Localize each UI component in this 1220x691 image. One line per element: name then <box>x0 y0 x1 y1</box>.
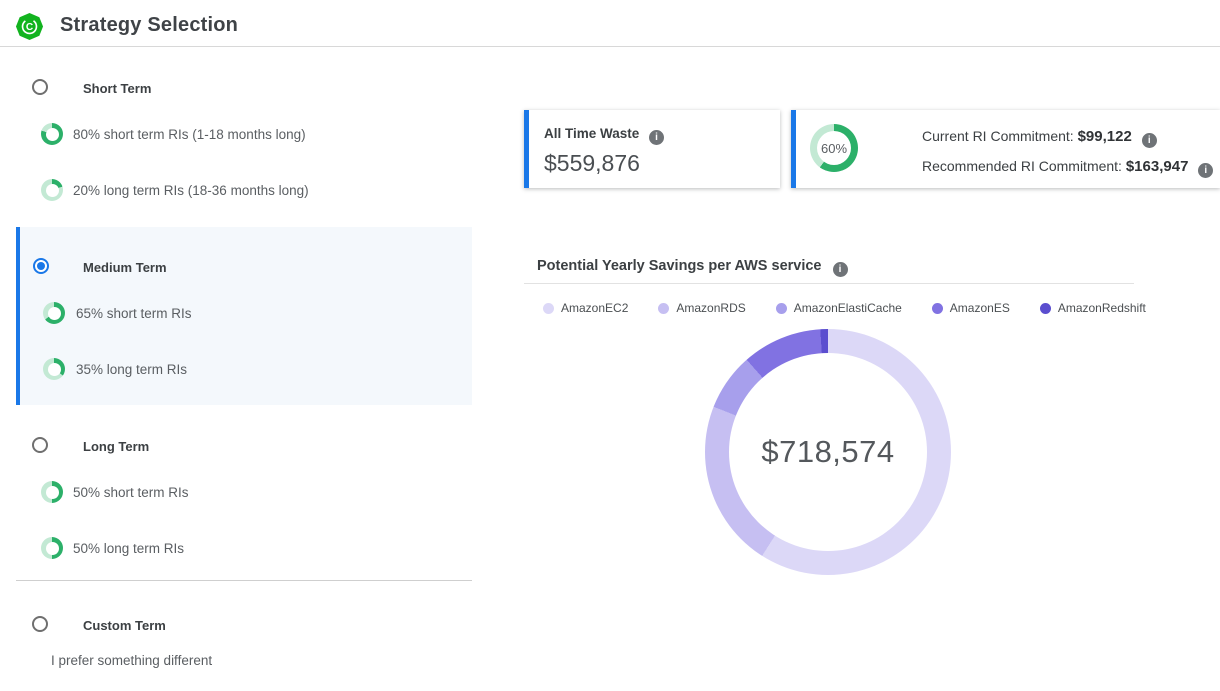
waste-card-value: $559,876 <box>544 150 640 177</box>
legend-label: AmazonEC2 <box>561 301 628 315</box>
strategy-label-medium-term[interactable]: Medium Term <box>83 260 167 275</box>
ring-80pct-icon <box>41 123 63 145</box>
info-icon[interactable]: i <box>833 262 848 277</box>
legend-dot-icon <box>776 303 787 314</box>
legend-item[interactable]: AmazonRDS <box>658 301 745 315</box>
legend-item[interactable]: AmazonEC2 <box>543 301 628 315</box>
legend-label: AmazonRDS <box>676 301 745 315</box>
waste-card-label-text: All Time Waste <box>544 126 639 141</box>
strategy-sub-label: 35% long term RIs <box>76 362 187 377</box>
page-title: Strategy Selection <box>60 14 238 37</box>
strategy-label-short-term[interactable]: Short Term <box>83 81 151 96</box>
legend-item[interactable]: AmazonElastiCache <box>776 301 902 315</box>
radio-medium-term[interactable] <box>33 258 49 274</box>
legend-dot-icon <box>658 303 669 314</box>
radio-short-term[interactable] <box>32 79 48 95</box>
chart-legend: AmazonEC2 AmazonRDS AmazonElastiCache Amazo… <box>543 301 1146 315</box>
strategy-sub-label: 20% long term RIs (18-36 months long) <box>73 183 309 198</box>
legend-dot-icon <box>1040 303 1051 314</box>
strategy-sub-label: 80% short term RIs (1-18 months long) <box>73 127 306 142</box>
page-header: C Strategy Selection <box>0 0 1220 47</box>
legend-dot-icon <box>932 303 943 314</box>
ri-commitment-card: 60% Current RI Commitment: $99,122 i Rec… <box>791 110 1220 188</box>
custom-term-note: I prefer something different <box>51 653 212 668</box>
strategy-label-custom-term[interactable]: Custom Term <box>83 618 166 633</box>
strategy-label-long-term[interactable]: Long Term <box>83 439 149 454</box>
commitment-ring-label: 60% <box>810 124 858 172</box>
recommended-ri-value: $163,947 <box>1126 158 1189 175</box>
info-icon[interactable]: i <box>1142 133 1157 148</box>
chart-title-text: Potential Yearly Savings per AWS service <box>537 258 822 274</box>
section-divider <box>16 580 472 581</box>
svg-text:C: C <box>26 22 34 33</box>
legend-label: AmazonES <box>950 301 1010 315</box>
app-logo-icon: C <box>15 12 44 41</box>
info-icon[interactable]: i <box>649 130 664 145</box>
legend-label: AmazonElastiCache <box>794 301 902 315</box>
all-time-waste-card: All Time Waste i $559,876 <box>524 110 780 188</box>
ring-65pct-icon <box>43 302 65 324</box>
ring-35pct-icon <box>43 358 65 380</box>
current-ri-label: Current RI Commitment: <box>922 128 1074 144</box>
current-ri-commitment-row: Current RI Commitment: $99,122 i <box>922 128 1157 148</box>
ring-20pct-icon <box>41 179 63 201</box>
legend-dot-icon <box>543 303 554 314</box>
donut-center-total: $718,574 <box>705 329 951 575</box>
strategy-selection-page: C Strategy Selection Short Term 80% shor… <box>0 0 1220 691</box>
commitment-ring-60pct: 60% <box>810 124 858 172</box>
chart-divider <box>524 283 1134 284</box>
ring-50pct-icon <box>41 481 63 503</box>
ring-50pct-icon <box>41 537 63 559</box>
radio-long-term[interactable] <box>32 437 48 453</box>
info-icon[interactable]: i <box>1198 163 1213 178</box>
strategy-sub-label: 65% short term RIs <box>76 306 192 321</box>
waste-card-label: All Time Waste i <box>544 126 664 145</box>
strategy-sub-label: 50% short term RIs <box>73 485 189 500</box>
current-ri-value: $99,122 <box>1078 128 1132 145</box>
chart-title: Potential Yearly Savings per AWS service… <box>537 258 848 277</box>
strategy-sub-label: 50% long term RIs <box>73 541 184 556</box>
legend-label: AmazonRedshift <box>1058 301 1146 315</box>
legend-item[interactable]: AmazonES <box>932 301 1010 315</box>
legend-item[interactable]: AmazonRedshift <box>1040 301 1146 315</box>
radio-custom-term[interactable] <box>32 616 48 632</box>
recommended-ri-label: Recommended RI Commitment: <box>922 158 1122 174</box>
recommended-ri-commitment-row: Recommended RI Commitment: $163,947 i <box>922 158 1213 178</box>
